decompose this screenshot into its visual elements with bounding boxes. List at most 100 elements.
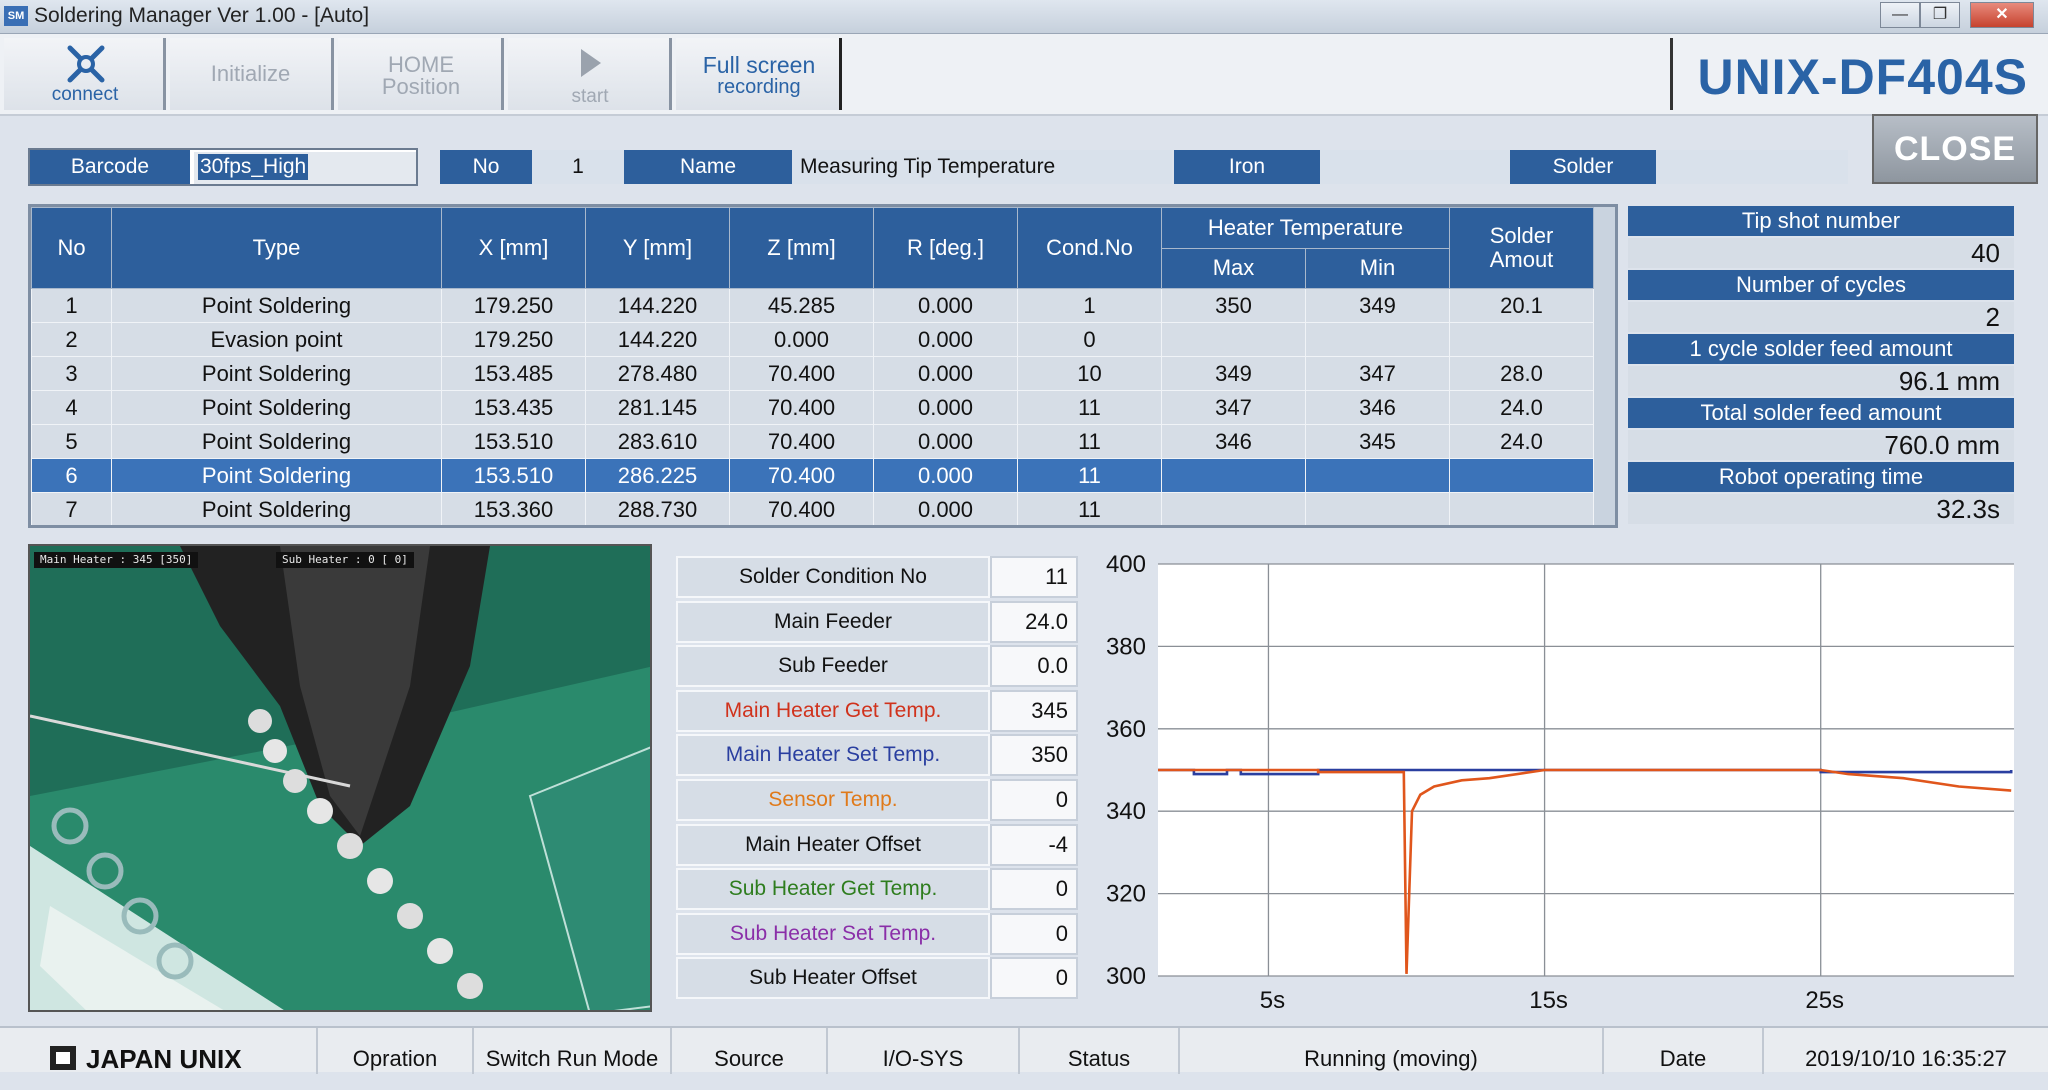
chart-y-tick-label: 380 <box>1106 633 1146 660</box>
cell-no: 5 <box>31 424 112 459</box>
maximize-button[interactable]: ❐ <box>1920 2 1960 28</box>
connect-button[interactable]: connect <box>4 38 166 110</box>
cell-max: 349 <box>1161 356 1306 391</box>
title-bar: SM Soldering Manager Ver 1.00 - [Auto] —… <box>0 0 2048 34</box>
cell-min <box>1305 322 1450 357</box>
status-bar: JAPAN UNIX Opration Switch Run Mode Sour… <box>0 1026 2048 1074</box>
home-position-button[interactable]: HOME Position <box>338 38 504 110</box>
table-row[interactable]: 4 Point Soldering 153.435 281.145 70.400… <box>31 390 1594 425</box>
col-header-x: X [mm] <box>441 207 586 289</box>
close-button[interactable]: CLOSE <box>1872 114 2038 184</box>
cell-x: 179.250 <box>441 288 586 323</box>
chart-y-tick-label: 320 <box>1106 881 1146 908</box>
iron-label: Iron <box>1174 150 1320 184</box>
cell-solder: 28.0 <box>1449 356 1594 391</box>
param-value: 24.0 <box>990 601 1078 643</box>
cell-solder <box>1449 492 1594 525</box>
cell-no: 3 <box>31 356 112 391</box>
chart-y-tick-label: 400 <box>1106 552 1146 578</box>
cell-r: 0.000 <box>873 322 1018 357</box>
barcode-input[interactable]: 30fps_High <box>194 152 416 184</box>
cell-z: 70.400 <box>729 356 874 391</box>
tip-shot-label: Tip shot number <box>1628 206 2014 236</box>
param-label: Main Feeder <box>676 601 990 643</box>
cell-solder <box>1449 322 1594 357</box>
cell-solder: 24.0 <box>1449 390 1594 425</box>
temperature-chart: 400 380 360 340 320 300 5s 15s 25s <box>1100 551 2020 1022</box>
cell-solder: 20.1 <box>1449 288 1594 323</box>
cell-min: 345 <box>1305 424 1450 459</box>
connect-icon <box>67 45 105 83</box>
window-close-button[interactable]: ✕ <box>1970 2 2034 28</box>
operating-time-value: 32.3s <box>1628 494 2014 524</box>
cell-max: 346 <box>1161 424 1306 459</box>
iron-value <box>1320 150 1510 184</box>
table-row[interactable]: 7 Point Soldering 153.360 288.730 70.400… <box>31 492 1594 525</box>
cell-z: 70.400 <box>729 390 874 425</box>
param-label: Sub Heater Set Temp. <box>676 913 990 955</box>
fullscreen-label-line1: Full screen <box>702 52 816 78</box>
cell-min: 346 <box>1305 390 1450 425</box>
play-icon <box>581 49 601 77</box>
opration-button[interactable]: Opration <box>318 1028 474 1074</box>
start-button[interactable]: start <box>508 38 672 110</box>
solder-header-line1: Solder <box>1489 223 1554 248</box>
cell-type: Point Soldering <box>111 458 442 493</box>
cell-type: Point Soldering <box>111 424 442 459</box>
col-header-r: R [deg.] <box>873 207 1018 289</box>
col-header-solder: Solder Amout <box>1449 207 1594 289</box>
cell-z: 70.400 <box>729 458 874 493</box>
cell-z: 0.000 <box>729 322 874 357</box>
col-header-y: Y [mm] <box>585 207 730 289</box>
param-label: Sub Heater Get Temp. <box>676 868 990 910</box>
cell-z: 45.285 <box>729 288 874 323</box>
table-row-selected[interactable]: 6 Point Soldering 153.510 286.225 70.400… <box>31 458 1594 493</box>
name-label: Name <box>624 150 792 184</box>
io-sys-button[interactable]: I/O-SYS <box>828 1028 1020 1074</box>
home-label-line1: HOME <box>388 52 454 77</box>
source-button[interactable]: Source <box>672 1028 828 1074</box>
table-row[interactable]: 5 Point Soldering 153.510 283.610 70.400… <box>31 424 1594 459</box>
status-value: Running (moving) <box>1180 1028 1604 1074</box>
total-feed-value: 760.0 mm <box>1628 430 2014 460</box>
cell-cond: 10 <box>1017 356 1162 391</box>
toolbar-divider <box>1670 38 1673 110</box>
cell-type: Point Soldering <box>111 492 442 525</box>
name-value: Measuring Tip Temperature <box>792 150 1172 184</box>
cycle-feed-label: 1 cycle solder feed amount <box>1628 334 2014 364</box>
program-table: No Type X [mm] Y [mm] Z [mm] R [deg.] Co… <box>28 204 1618 528</box>
table-row[interactable]: 2 Evasion point 179.250 144.220 0.000 0.… <box>31 322 1594 357</box>
cycles-value: 2 <box>1628 302 2014 332</box>
cell-no: 2 <box>31 322 112 357</box>
table-row[interactable]: 3 Point Soldering 153.485 278.480 70.400… <box>31 356 1594 391</box>
chart-x-tick-label: 25s <box>1805 987 1844 1014</box>
minimize-button[interactable]: — <box>1880 2 1920 28</box>
cell-y: 278.480 <box>585 356 730 391</box>
cell-cond: 11 <box>1017 390 1162 425</box>
cell-type: Point Soldering <box>111 390 442 425</box>
param-label: Main Heater Get Temp. <box>676 690 990 732</box>
no-value: 1 <box>532 150 624 184</box>
full-screen-recording-button[interactable]: Full screen recording <box>676 38 842 110</box>
col-header-heater: Heater Temperature <box>1161 207 1450 249</box>
chart-x-tick-label: 5s <box>1260 987 1285 1014</box>
param-label: Main Heater Set Temp. <box>676 734 990 776</box>
initialize-button[interactable]: Initialize <box>170 38 334 110</box>
camera-image <box>30 546 650 1010</box>
cell-max <box>1161 322 1306 357</box>
cell-r: 0.000 <box>873 458 1018 493</box>
col-header-cond: Cond.No <box>1017 207 1162 289</box>
cycle-feed-value: 96.1 mm <box>1628 366 2014 396</box>
cell-y: 281.145 <box>585 390 730 425</box>
switch-run-mode-button[interactable]: Switch Run Mode <box>474 1028 672 1074</box>
col-header-z: Z [mm] <box>729 207 874 289</box>
cell-y: 144.220 <box>585 322 730 357</box>
cell-no: 6 <box>31 458 112 493</box>
cell-cond: 0 <box>1017 322 1162 357</box>
param-label: Sensor Temp. <box>676 779 990 821</box>
param-label: Solder Condition No <box>676 556 990 598</box>
cell-r: 0.000 <box>873 356 1018 391</box>
table-row[interactable]: 1 Point Soldering 179.250 144.220 45.285… <box>31 288 1594 323</box>
japan-unix-logo-icon <box>50 1046 76 1070</box>
japan-unix-logo: JAPAN UNIX <box>0 1028 318 1074</box>
